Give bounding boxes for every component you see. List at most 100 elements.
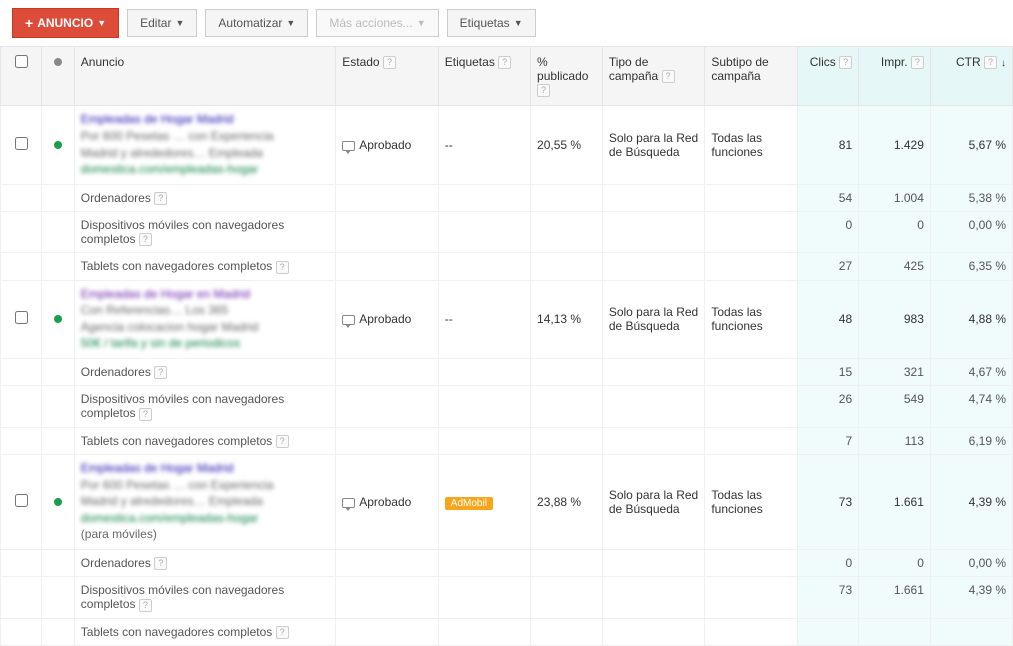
impr-cell: 113 <box>859 427 931 454</box>
header-checkbox <box>1 47 42 106</box>
ad-row: Empleadas de Hogar en MadridCon Referenc… <box>1 280 1013 358</box>
impr-cell: 321 <box>859 359 931 386</box>
device-name: Dispositivos móviles con navegadores com… <box>74 386 335 427</box>
ctr-cell: 6,35 % <box>930 253 1012 280</box>
labels-label: Etiquetas <box>460 16 510 30</box>
ctr-cell: 6,19 % <box>930 427 1012 454</box>
pct-cell: 23,88 % <box>531 455 603 550</box>
labels-cell: AdMobil <box>438 455 530 550</box>
ad-row: Empleadas de Hogar MadridPor 600 Pesetas… <box>1 106 1013 184</box>
header-ctr[interactable]: CTR ?↓ <box>930 47 1012 106</box>
help-icon[interactable]: ? <box>154 557 167 570</box>
speech-bubble-icon <box>342 498 355 508</box>
ctr-cell: 5,67 % <box>930 106 1012 184</box>
clicks-cell: 0 <box>797 212 859 253</box>
edit-label: Editar <box>140 16 171 30</box>
help-icon[interactable]: ? <box>276 435 289 448</box>
ads-table: Anuncio Estado ? Etiquetas ? % publicado… <box>0 46 1013 646</box>
more-actions-label: Más acciones... <box>329 16 412 30</box>
admobil-badge: AdMobil <box>445 497 493 510</box>
state-cell: Aprobado <box>336 280 439 358</box>
help-icon[interactable]: ? <box>276 626 289 639</box>
type-cell: Solo para la Red de Búsqueda <box>602 455 705 550</box>
help-icon[interactable]: ? <box>911 56 924 69</box>
clicks-cell: 48 <box>797 280 859 358</box>
new-ad-label: Anuncio <box>37 16 93 30</box>
pct-cell: 14,13 % <box>531 280 603 358</box>
device-row: Dispositivos móviles con navegadores com… <box>1 212 1013 253</box>
impr-cell: 0 <box>859 550 931 577</box>
labels-cell: -- <box>438 280 530 358</box>
device-name: Tablets con navegadores completos ? <box>74 253 335 280</box>
chevron-down-icon: ▼ <box>97 18 106 28</box>
type-cell: Solo para la Red de Búsqueda <box>602 106 705 184</box>
ctr-cell: 5,38 % <box>930 184 1012 211</box>
device-name: Ordenadores ? <box>74 184 335 211</box>
device-row: Tablets con navegadores completos ? <box>1 618 1013 645</box>
help-icon[interactable]: ? <box>154 366 167 379</box>
chevron-down-icon: ▼ <box>175 18 184 28</box>
labels-button[interactable]: Etiquetas ▼ <box>447 9 536 37</box>
help-icon[interactable]: ? <box>139 233 152 246</box>
device-row: Tablets con navegadores completos ?71136… <box>1 427 1013 454</box>
help-icon[interactable]: ? <box>139 408 152 421</box>
impr-cell: 0 <box>859 212 931 253</box>
device-name: Tablets con navegadores completos ? <box>74 427 335 454</box>
ad-preview[interactable]: Empleadas de Hogar MadridPor 600 Pesetas… <box>81 112 329 177</box>
subtype-cell: Todas las funciones <box>705 455 797 550</box>
help-icon[interactable]: ? <box>537 84 550 97</box>
ctr-cell <box>930 618 1012 645</box>
impr-cell: 425 <box>859 253 931 280</box>
help-icon[interactable]: ? <box>984 56 997 69</box>
header-clicks[interactable]: Clics ? <box>797 47 859 106</box>
row-checkbox[interactable] <box>15 137 28 150</box>
device-row: Ordenadores ?153214,67 % <box>1 359 1013 386</box>
automate-button[interactable]: Automatizar ▼ <box>205 9 308 37</box>
help-icon[interactable]: ? <box>276 261 289 274</box>
header-type[interactable]: Tipo de campaña ? <box>602 47 705 106</box>
ctr-cell: 4,39 % <box>930 577 1012 618</box>
status-dot-icon <box>54 498 62 506</box>
device-name: Dispositivos móviles con navegadores com… <box>74 577 335 618</box>
automate-label: Automatizar <box>218 16 282 30</box>
edit-button[interactable]: Editar ▼ <box>127 9 197 37</box>
subtype-cell: Todas las funciones <box>705 106 797 184</box>
header-state[interactable]: Estado ? <box>336 47 439 106</box>
row-checkbox[interactable] <box>15 494 28 507</box>
help-icon[interactable]: ? <box>662 70 675 83</box>
row-checkbox[interactable] <box>15 311 28 324</box>
type-cell: Solo para la Red de Búsqueda <box>602 280 705 358</box>
subtype-cell: Todas las funciones <box>705 280 797 358</box>
header-impr[interactable]: Impr. ? <box>859 47 931 106</box>
device-row: Tablets con navegadores completos ? 27425… <box>1 253 1013 280</box>
toolbar: + Anuncio ▼ Editar ▼ Automatizar ▼ Más a… <box>0 0 1013 46</box>
chevron-down-icon: ▼ <box>417 18 426 28</box>
help-icon[interactable]: ? <box>839 56 852 69</box>
ad-row: Empleadas de Hogar MadridPor 600 Pesetas… <box>1 455 1013 550</box>
header-subtype[interactable]: Subtipo de campaña <box>705 47 797 106</box>
device-name: Dispositivos móviles con navegadores com… <box>74 212 335 253</box>
help-icon[interactable]: ? <box>498 56 511 69</box>
select-all-checkbox[interactable] <box>15 55 28 68</box>
chevron-down-icon: ▼ <box>514 18 523 28</box>
more-actions-button: Más acciones... ▼ <box>316 9 438 37</box>
header-pct[interactable]: % publicado? <box>531 47 603 106</box>
clicks-cell: 73 <box>797 577 859 618</box>
ctr-cell: 4,67 % <box>930 359 1012 386</box>
ad-preview[interactable]: Empleadas de Hogar en MadridCon Referenc… <box>81 287 329 352</box>
help-icon[interactable]: ? <box>139 599 152 612</box>
header-ad[interactable]: Anuncio <box>74 47 335 106</box>
new-ad-button[interactable]: + Anuncio ▼ <box>12 8 119 38</box>
help-icon[interactable]: ? <box>383 56 396 69</box>
ad-preview[interactable]: Empleadas de Hogar MadridPor 600 Pesetas… <box>81 461 329 543</box>
impr-cell: 1.004 <box>859 184 931 211</box>
device-name: Ordenadores ? <box>74 550 335 577</box>
ctr-cell: 0,00 % <box>930 550 1012 577</box>
ctr-cell: 4,74 % <box>930 386 1012 427</box>
labels-cell: -- <box>438 106 530 184</box>
ctr-cell: 0,00 % <box>930 212 1012 253</box>
impr-cell: 983 <box>859 280 931 358</box>
header-labels[interactable]: Etiquetas ? <box>438 47 530 106</box>
help-icon[interactable]: ? <box>154 192 167 205</box>
clicks-cell: 27 <box>797 253 859 280</box>
